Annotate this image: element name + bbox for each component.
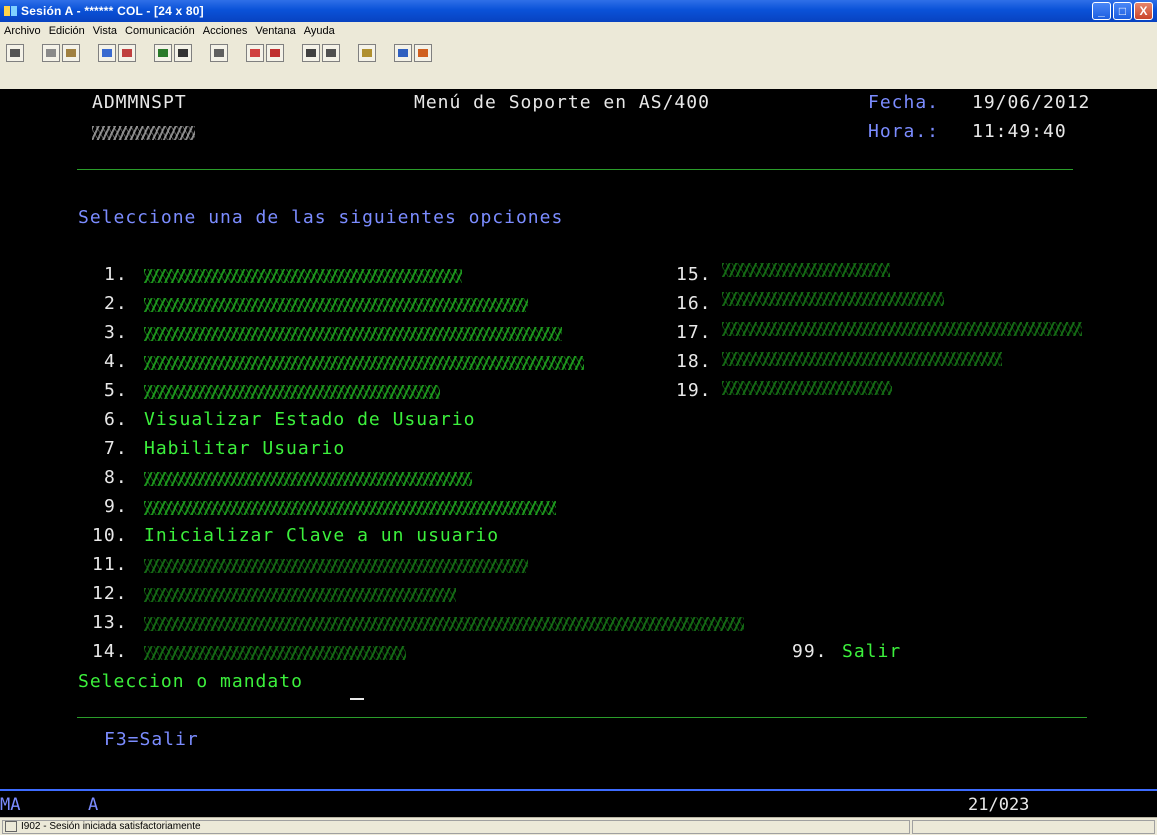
redacted-option <box>722 352 1002 366</box>
status-message: I902 - Sesión iniciada satisfactoriament… <box>21 821 201 832</box>
option-number: 18. <box>676 351 712 372</box>
clipboard-icon[interactable] <box>358 44 376 62</box>
pause-macro-icon[interactable] <box>322 44 340 62</box>
menu-edicion[interactable]: Edición <box>45 25 89 37</box>
redacted-option <box>144 559 528 573</box>
display-icon[interactable] <box>154 44 172 62</box>
option-number: 15. <box>676 264 712 285</box>
stop-macro-icon[interactable] <box>266 44 284 62</box>
divider-top <box>77 169 1073 170</box>
option-number: 3. <box>104 322 128 343</box>
keyboard-icon[interactable] <box>174 44 192 62</box>
window-controls: _ □ X <box>1092 2 1153 20</box>
fecha-label: Fecha. <box>868 92 940 113</box>
redacted-option <box>722 292 944 306</box>
menu-ayuda[interactable]: Ayuda <box>300 25 339 37</box>
paste-icon[interactable] <box>62 44 80 62</box>
redacted-option <box>144 385 440 399</box>
menubar: Archivo Edición Vista Comunicación Accio… <box>0 22 1157 40</box>
prompt-text: Seleccione una de las siguientes opcione… <box>78 207 564 228</box>
option-number: 13. <box>92 612 128 633</box>
option-number: 12. <box>92 583 128 604</box>
redacted-option <box>144 588 456 602</box>
oia-separator <box>0 789 1157 791</box>
redacted-option <box>722 381 892 395</box>
redacted-option <box>144 472 472 486</box>
option-label[interactable]: Habilitar Usuario <box>144 438 345 460</box>
redacted-option <box>144 356 584 370</box>
print-screen-icon[interactable] <box>6 44 24 62</box>
fecha-value: 19/06/2012 <box>972 92 1091 113</box>
divider-bottom <box>77 717 1087 718</box>
redacted-option <box>144 298 528 312</box>
option-number: 7. <box>104 438 128 459</box>
fkey-exit[interactable]: F3=Salir <box>104 729 199 751</box>
window-title: Sesión A - ****** COL - [24 x 80] <box>21 4 204 18</box>
option-number: 10. <box>92 525 128 546</box>
close-button[interactable]: X <box>1134 2 1153 20</box>
exit-option[interactable]: Salir <box>842 641 901 663</box>
program-name: ADMMNSPT <box>92 92 187 113</box>
redacted-option <box>144 501 556 515</box>
option-number: 8. <box>104 467 128 488</box>
option-number: 5. <box>104 380 128 401</box>
exit-number: 99. <box>792 641 828 662</box>
option-number: 19. <box>676 380 712 401</box>
record-macro-icon[interactable] <box>246 44 264 62</box>
status-message-cell: I902 - Sesión iniciada satisfactoriament… <box>2 819 910 834</box>
redacted-option <box>722 322 1082 336</box>
menu-ventana[interactable]: Ventana <box>251 25 299 37</box>
redacted-option <box>144 327 562 341</box>
window-titlebar: Sesión A - ****** COL - [24 x 80] _ □ X <box>0 0 1157 22</box>
redacted-option <box>144 617 744 631</box>
redacted-user <box>92 126 195 140</box>
status-extra-cell <box>912 819 1155 834</box>
menu-archivo[interactable]: Archivo <box>0 25 45 37</box>
option-number: 16. <box>676 293 712 314</box>
send-icon[interactable] <box>98 44 116 62</box>
option-number: 6. <box>104 409 128 430</box>
redacted-option <box>144 646 406 660</box>
option-number: 9. <box>104 496 128 517</box>
operator-info-area: MA A 21/023 <box>0 789 1157 817</box>
redacted-option <box>722 263 890 277</box>
session-indicator: A <box>88 795 99 815</box>
page-title: Menú de Soporte en AS/400 <box>414 92 710 113</box>
menu-vista[interactable]: Vista <box>89 25 121 37</box>
redacted-option <box>144 269 462 283</box>
macro-icon[interactable] <box>210 44 228 62</box>
app-icon[interactable] <box>4 4 18 18</box>
minimize-button[interactable]: _ <box>1092 2 1111 20</box>
option-number: 4. <box>104 351 128 372</box>
edit-icon[interactable] <box>414 44 432 62</box>
mode-indicator: MA <box>0 795 21 815</box>
menu-acciones[interactable]: Acciones <box>199 25 252 37</box>
play-macro-icon[interactable] <box>302 44 320 62</box>
connection-icon <box>5 821 17 832</box>
color-icon[interactable] <box>394 44 412 62</box>
option-label[interactable]: Visualizar Estado de Usuario <box>144 409 475 431</box>
hora-value: 11:49:40 <box>972 121 1067 142</box>
option-number: 1. <box>104 264 128 285</box>
cursor-position: 21/023 <box>968 795 1030 815</box>
menu-comunicacion[interactable]: Comunicación <box>121 25 199 37</box>
option-number: 14. <box>92 641 128 662</box>
terminal-screen[interactable]: ADMMNSPT Menú de Soporte en AS/400 Fecha… <box>0 89 1157 789</box>
hora-label: Hora.: <box>868 121 940 142</box>
option-number: 2. <box>104 293 128 314</box>
option-label[interactable]: Inicializar Clave a un usuario <box>144 525 499 547</box>
command-label: Seleccion o mandato <box>78 671 303 692</box>
option-number: 11. <box>92 554 128 575</box>
option-number: 17. <box>676 322 712 343</box>
copy-icon[interactable] <box>42 44 60 62</box>
command-input-cursor[interactable] <box>350 698 364 700</box>
receive-icon[interactable] <box>118 44 136 62</box>
statusbar: I902 - Sesión iniciada satisfactoriament… <box>0 817 1157 835</box>
toolbar <box>0 39 1157 89</box>
restore-button[interactable]: □ <box>1113 2 1132 20</box>
